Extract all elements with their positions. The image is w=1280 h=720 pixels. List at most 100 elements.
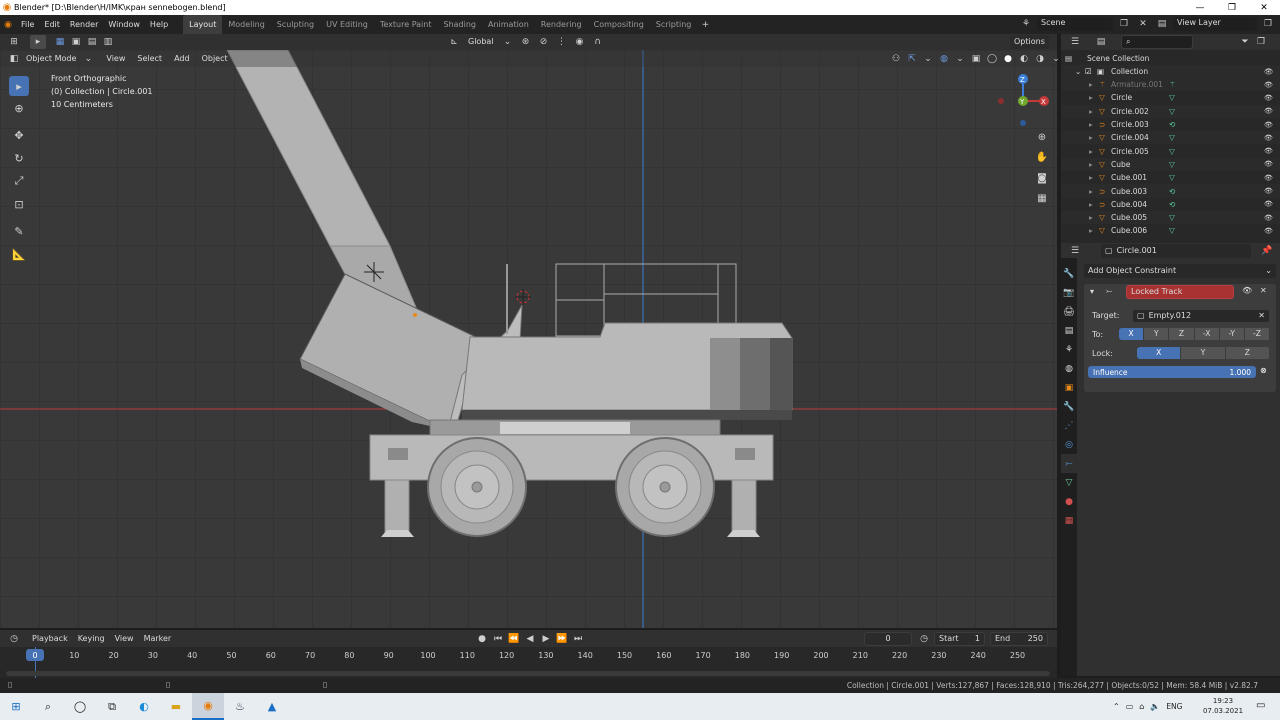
chevron-right-icon[interactable]: ▸ [1089,147,1099,156]
scene-tab-icon[interactable]: ⚘ [1061,340,1077,359]
tab-animation[interactable]: Animation [482,15,535,34]
material-shading-icon[interactable]: ◐ [1016,52,1032,66]
to-axis-z[interactable]: Z [1169,328,1195,340]
volume-icon[interactable]: 🔈 [1150,702,1160,711]
outliner-item[interactable]: ▸ ▽ Cube.001 ▽ 👁 [1061,171,1280,184]
tab-sculpting[interactable]: Sculpting [271,15,320,34]
blender-menu-icon[interactable]: ◉ [0,18,16,32]
tab-texture-paint[interactable]: Texture Paint [374,15,438,34]
outliner-collection[interactable]: ⌄ ☑ ▣ Collection 👁 [1061,65,1280,79]
visibility-icon[interactable]: ⚇ [888,52,904,66]
timeline-scrollbar[interactable] [6,671,1050,676]
filter-icon[interactable]: ⏷ [1237,35,1253,49]
outliner-item[interactable]: ▸ ▽ Circle.004 ▽ 👁 [1061,131,1280,145]
annotate-tool-button[interactable]: ✎ [9,221,29,241]
world-tab-icon[interactable]: ◍ [1061,359,1077,378]
view-layer-icon[interactable]: ▤ [1154,17,1170,31]
chevron-right-icon[interactable]: ▸ [1089,213,1099,222]
view-layer-tab-icon[interactable]: ▤ [1061,321,1077,340]
current-frame-field[interactable]: 0 [864,631,912,646]
restore-icon[interactable]: ❐ [1216,0,1248,15]
solid-shading-icon[interactable]: ● [1000,52,1016,66]
outliner-item[interactable]: ▸ ▽ Circle ▽ 👁 [1061,91,1280,104]
record-icon[interactable]: ● [474,632,490,646]
orientation-dropdown[interactable]: Global [464,35,498,49]
outliner-item[interactable]: ▸ ▽ Cube.005 ▽ 👁 [1061,211,1280,225]
outliner-item[interactable]: ▸ ▽ Cube ▽ 👁 [1061,157,1280,172]
editor-type-icon[interactable]: ⊞ [6,35,22,49]
eye-icon[interactable]: 👁 [1264,94,1273,102]
next-keyframe-icon[interactable]: ⏩ [554,632,570,646]
eye-icon[interactable]: 👁 [1264,200,1273,208]
object-name-field[interactable]: ▢ Circle.001 [1101,243,1251,258]
options-dropdown[interactable]: Options [1010,35,1049,49]
notifications-icon[interactable]: ▭ [1256,700,1265,711]
snap-target-icon[interactable]: ⋮ [554,35,570,49]
gizmo-icon[interactable]: ⇱ [904,52,920,66]
to-axis-y[interactable]: Y [1144,328,1170,340]
tab-layout[interactable]: Layout [183,15,223,34]
select-menu[interactable]: Select [133,52,166,66]
outliner-search-input[interactable]: ⌕ [1121,35,1193,49]
tab-uv-editing[interactable]: UV Editing [320,15,374,34]
menu-help[interactable]: Help [145,15,173,34]
close-icon[interactable]: ✕ [1248,0,1280,15]
object-tab-icon[interactable]: ▣ [1061,378,1077,397]
network-icon[interactable]: ⌂ [1139,702,1144,711]
disable-keep-transform-icon[interactable]: ⊗ [1260,366,1267,375]
eye-icon[interactable]: 👁 [1264,81,1273,89]
3d-viewport[interactable]: Z X Y Front Orthographic (0) Collection … [0,50,1057,628]
eye-icon[interactable]: 👁 [1264,67,1274,76]
select-tool-button[interactable]: ▸ [9,76,29,96]
close-icon[interactable]: ✕ [1258,310,1265,322]
minimize-icon[interactable]: — [1184,0,1216,15]
chevron-right-icon[interactable]: ▸ [1089,93,1099,102]
outliner-item[interactable]: ▸ ▽ Circle.002 ▽ 👁 [1061,104,1280,118]
tab-scripting[interactable]: Scripting [650,15,698,34]
particles-tab-icon[interactable]: ⋰ [1061,416,1077,435]
timeline-editor-icon[interactable]: ◷ [6,632,22,646]
overlays-icon[interactable]: ◍ [936,52,952,66]
marker-menu[interactable]: Marker [140,632,176,646]
menu-render[interactable]: Render [65,15,103,34]
texture-tab-icon[interactable]: ▦ [1061,511,1077,530]
scene-copy-icon[interactable]: ❐ [1116,17,1132,31]
tab-shading[interactable]: Shading [437,15,482,34]
to-axis-x[interactable]: X [1119,328,1145,340]
chevron-right-icon[interactable]: ▸ [1089,107,1099,116]
render-tab-icon[interactable]: 📷 [1061,283,1077,302]
chevron-right-icon[interactable]: ▸ [1089,133,1099,142]
lock-axis-x[interactable]: X [1137,347,1182,359]
zoom-button[interactable]: ⊕ [1033,128,1051,146]
eye-icon[interactable]: 👁 [1264,227,1273,235]
chevron-up-icon[interactable]: ⌃ [1113,702,1120,711]
edge-icon[interactable]: ◐ [128,693,160,720]
measure-tool-button[interactable]: 📐 [9,244,29,264]
scale-tool-button[interactable]: ⤢ [9,171,29,191]
proportional-edit-icon[interactable]: ◉ [572,35,588,49]
output-tab-icon[interactable]: 🖨 [1061,302,1077,321]
ortho-toggle-button[interactable]: ▦ [1033,189,1051,207]
display-mode-icon[interactable]: ▤ [1093,35,1109,49]
eye-icon[interactable]: 👁 [1242,286,1252,295]
camera-view-button[interactable]: ◙ [1033,169,1051,187]
chevron-right-icon[interactable]: ▸ [1089,80,1099,89]
search-icon[interactable]: ⌕ [32,693,64,720]
new-collection-icon[interactable]: ❐ [1253,35,1269,49]
monitor-icon[interactable]: ▭ [1126,702,1134,711]
menu-file[interactable]: File [16,15,39,34]
windows-start-icon[interactable]: ⊞ [0,693,32,720]
rotate-tool-button[interactable]: ↻ [9,148,29,168]
checkbox-icon[interactable]: ☑ [1085,67,1097,76]
chevron-right-icon[interactable]: ▸ [1089,226,1099,235]
to-axis-neg-y[interactable]: -Y [1219,328,1245,340]
lock-axis-y[interactable]: Y [1181,347,1226,359]
photos-icon[interactable]: ▲ [256,693,288,720]
constraint-tab-icon[interactable]: ⤚ [1061,454,1077,473]
eye-icon[interactable]: 👁 [1264,174,1273,182]
outliner-item[interactable]: ▸ ⊃ Circle.003 ⟲ 👁 [1061,118,1280,131]
language-indicator[interactable]: ENG [1166,702,1182,711]
view-menu[interactable]: View [102,52,129,66]
prev-keyframe-icon[interactable]: ⏪ [506,632,522,646]
view-layer-field[interactable]: View Layer [1173,17,1257,31]
